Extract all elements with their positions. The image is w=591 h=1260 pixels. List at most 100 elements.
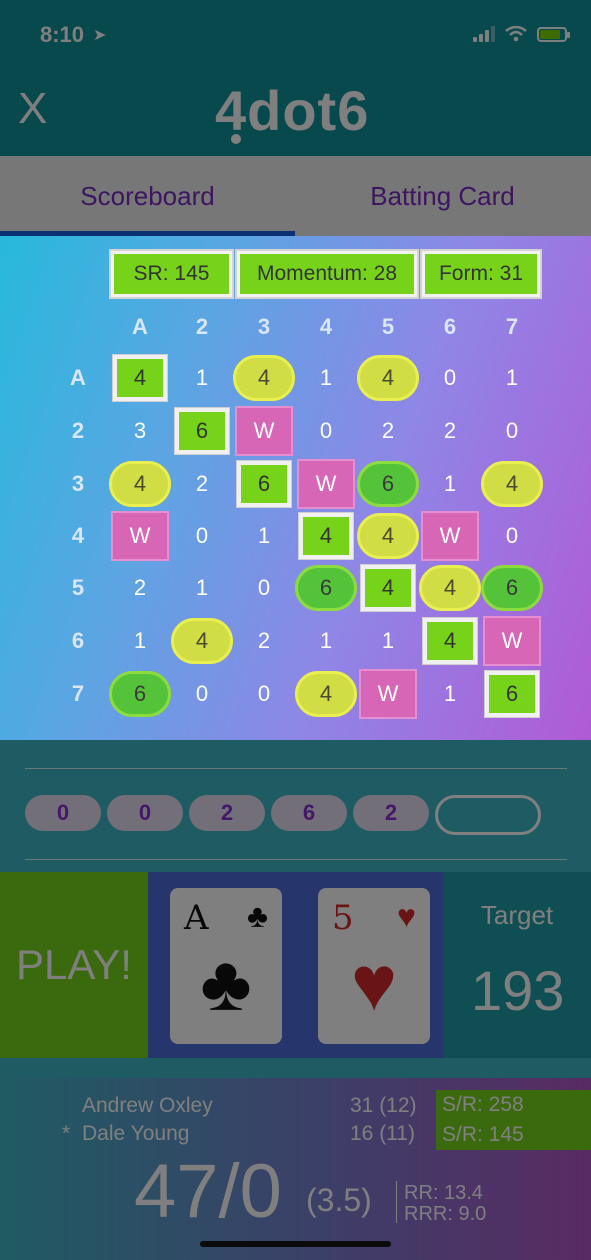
- cell-value: 1: [319, 628, 333, 653]
- row-header: 2: [71, 418, 85, 443]
- cell-value: 0: [195, 523, 209, 548]
- cell-value: 1: [443, 681, 457, 706]
- grid-cell-green-oval: 6: [109, 667, 171, 721]
- grid-cell: 0: [171, 667, 233, 721]
- cell-value: 4: [443, 628, 457, 653]
- row-header: 6: [71, 628, 85, 653]
- grid-cell: 1: [233, 509, 295, 563]
- cell-value: 0: [319, 418, 333, 443]
- cell-value: 4: [195, 628, 209, 653]
- cell-value: 0: [257, 681, 271, 706]
- cell-value: 1: [381, 628, 395, 653]
- momentum-stat: Momentum: 28: [237, 251, 417, 297]
- cell-value: 2: [195, 471, 209, 496]
- column-header: 6: [443, 314, 457, 339]
- grid-cell-green-oval: 6: [481, 561, 543, 615]
- cell-value: 0: [505, 523, 519, 548]
- cell-value: 6: [133, 681, 147, 706]
- grid-cell-yellow: 4: [357, 351, 419, 405]
- grid-cell: 0: [233, 667, 295, 721]
- cell-value: 3: [133, 418, 147, 443]
- grid-cell-yellow: 4: [357, 509, 419, 563]
- grid-cell: 1: [357, 614, 419, 668]
- grid-cell: 2: [109, 561, 171, 615]
- grid-cell-pink: W: [233, 404, 295, 458]
- cell-value: 1: [443, 471, 457, 496]
- grid-cell-yellow: 4: [419, 561, 481, 615]
- cell-value: W: [439, 523, 461, 548]
- home-indicator[interactable]: [200, 1241, 391, 1247]
- grid-cell: 1: [171, 351, 233, 405]
- grid-cell: 2: [171, 457, 233, 511]
- grid-cell: 0: [295, 404, 357, 458]
- cell-value: 0: [505, 418, 519, 443]
- cell-value: 2: [133, 575, 147, 600]
- column-header: 5: [381, 314, 395, 339]
- cell-value: 4: [133, 365, 147, 390]
- grid-cell: 1: [109, 614, 171, 668]
- grid-cell-green-box: 4: [295, 509, 357, 563]
- stats-popup: SR: 145 Momentum: 28 Form: 31 A 2 3 4 5 6 7 A 4 1…: [0, 236, 591, 740]
- cell-value: 4: [381, 575, 395, 600]
- cell-value: W: [501, 628, 523, 653]
- grid-cell-green-box: 6: [233, 457, 295, 511]
- column-header: A: [132, 314, 148, 339]
- cell-value: 1: [505, 365, 519, 390]
- grid-cell-pink: W: [419, 509, 481, 563]
- cell-value: 1: [133, 628, 147, 653]
- grid-cell-yellow: 4: [109, 457, 171, 511]
- cell-value: 0: [195, 681, 209, 706]
- cell-value: 2: [257, 628, 271, 653]
- cell-value: 1: [257, 523, 271, 548]
- sr-stat: SR: 145: [111, 251, 232, 297]
- grid-cell-yellow: 4: [295, 667, 357, 721]
- column-header: 7: [505, 314, 519, 339]
- grid-cell: 0: [481, 509, 543, 563]
- form-stat: Form: 31: [422, 251, 540, 297]
- grid-cell-yellow: 4: [233, 351, 295, 405]
- grid-cell: 1: [171, 561, 233, 615]
- grid-cell-pink: W: [109, 509, 171, 563]
- cell-value: 1: [195, 575, 209, 600]
- grid-cell-pink: W: [481, 614, 543, 668]
- cell-value: 4: [443, 575, 457, 600]
- column-header: 4: [319, 314, 333, 339]
- cell-value: 4: [257, 365, 271, 390]
- grid-cell-green-oval: 6: [295, 561, 357, 615]
- cell-value: 6: [195, 418, 209, 443]
- row-header: 7: [71, 681, 85, 706]
- grid-cell-green-box: 4: [357, 561, 419, 615]
- cell-value: W: [129, 523, 151, 548]
- cell-value: 1: [195, 365, 209, 390]
- cell-value: 4: [319, 681, 333, 706]
- grid-cell-green-box: 6: [171, 404, 233, 458]
- cell-value: 6: [381, 471, 395, 496]
- grid-cell: 1: [295, 614, 357, 668]
- cell-value: W: [377, 681, 399, 706]
- row-header: 3: [71, 471, 85, 496]
- cell-value: 2: [381, 418, 395, 443]
- grid-cell: 1: [295, 351, 357, 405]
- cell-value: 4: [505, 471, 519, 496]
- grid-cell: 0: [233, 561, 295, 615]
- grid-cell-green-box: 4: [419, 614, 481, 668]
- grid-cell: 2: [357, 404, 419, 458]
- grid-cell-green-oval: 6: [357, 457, 419, 511]
- grid-cell: 0: [171, 509, 233, 563]
- grid-cell-yellow: 4: [481, 457, 543, 511]
- column-header: 2: [195, 314, 209, 339]
- row-header: 5: [71, 575, 85, 600]
- grid-cell: 2: [419, 404, 481, 458]
- cell-value: 4: [381, 365, 395, 390]
- grid-cell-pink: W: [295, 457, 357, 511]
- grid-cell: 3: [109, 404, 171, 458]
- grid-cell-yellow: 4: [171, 614, 233, 668]
- cell-value: 4: [319, 523, 333, 548]
- grid-cell-green-box: 4: [109, 351, 171, 405]
- cell-value: 4: [381, 523, 395, 548]
- cell-value: 2: [443, 418, 457, 443]
- cell-value: 6: [505, 681, 519, 706]
- grid-cell: 2: [233, 614, 295, 668]
- column-header: 3: [257, 314, 271, 339]
- grid-cell: 1: [419, 457, 481, 511]
